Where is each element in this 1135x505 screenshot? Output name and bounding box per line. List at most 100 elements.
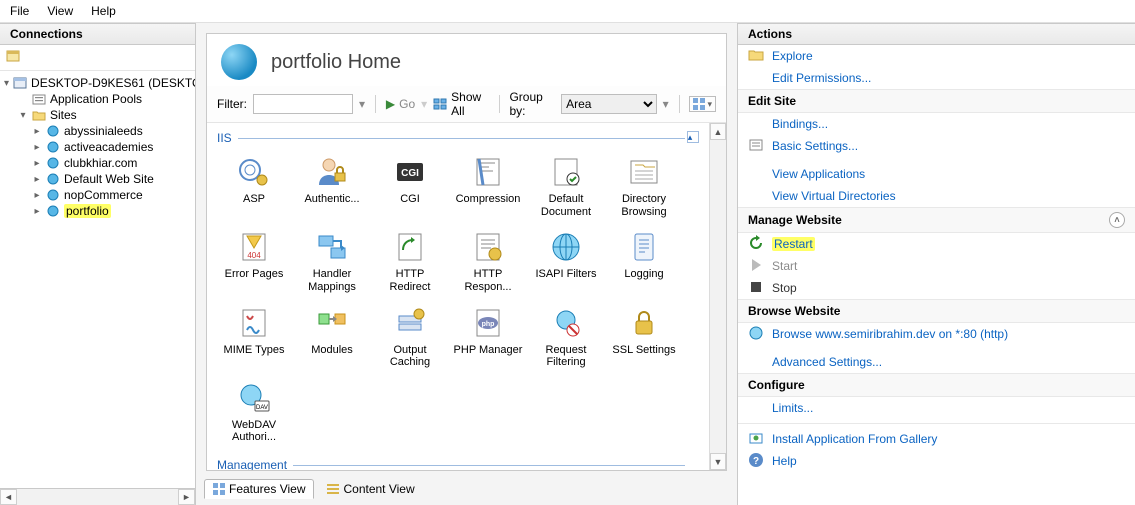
feature-http-redirect[interactable]: HTTP Redirect <box>373 226 447 297</box>
feature-label: Logging <box>624 268 663 281</box>
tree-site[interactable]: ▸ nopCommerce <box>30 187 193 203</box>
horizontal-scrollbar[interactable]: ◄ ► <box>0 488 195 505</box>
feature-mime-types[interactable]: MIME Types <box>217 302 291 373</box>
feature-request-filtering[interactable]: Request Filtering <box>529 302 603 373</box>
view-mode-button[interactable]: ▾ <box>689 96 716 112</box>
scroll-up-icon[interactable]: ▲ <box>710 123 726 140</box>
action-restart[interactable]: Restart <box>738 233 1135 255</box>
folder-icon <box>32 108 46 122</box>
feature-label: MIME Types <box>224 344 285 357</box>
collapse-icon[interactable]: ˄ <box>1109 212 1125 228</box>
tab-content-view[interactable]: Content View <box>318 479 423 499</box>
tree-site[interactable]: ▸ abyssinialeeds <box>30 123 193 139</box>
handler-icon <box>315 230 349 264</box>
scroll-right-icon[interactable]: ► <box>178 489 195 505</box>
connections-panel: Connections ▾ DESKTOP-D9KES61 (DESKTOP <box>0 23 196 505</box>
feature-isapi-filters[interactable]: ISAPI Filters <box>529 226 603 297</box>
group-by-select[interactable]: Area <box>561 94 656 114</box>
vertical-scrollbar[interactable]: ▲ ▼ <box>709 123 726 470</box>
scroll-left-icon[interactable]: ◄ <box>0 489 17 505</box>
feature-label: Request Filtering <box>531 344 601 369</box>
feature-label: Directory Browsing <box>609 193 679 218</box>
scroll-track[interactable] <box>710 140 726 453</box>
feature-cgi[interactable]: CGICGI <box>373 151 447 222</box>
tree-site[interactable]: ▸ clubkhiar.com <box>30 155 193 171</box>
tree-server[interactable]: ▾ DESKTOP-D9KES61 (DESKTOP <box>2 75 193 91</box>
go-icon: ▶ <box>386 97 395 111</box>
action-install-from-gallery[interactable]: Install Application From Gallery <box>738 428 1135 450</box>
tree-app-pools[interactable]: Application Pools <box>16 91 193 107</box>
feature-asp[interactable]: ASP <box>217 151 291 222</box>
menu-view[interactable]: View <box>47 4 73 18</box>
feature-directory-browsing[interactable]: Directory Browsing <box>607 151 681 222</box>
chevron-right-icon[interactable]: ▸ <box>32 206 42 217</box>
tree-site[interactable]: ▸ Default Web Site <box>30 171 193 187</box>
feature-php-manager[interactable]: phpPHP Manager <box>451 302 525 373</box>
chevron-right-icon[interactable]: ▸ <box>32 126 42 137</box>
go-label: Go <box>399 97 415 111</box>
action-help[interactable]: ? Help <box>738 450 1135 472</box>
page-title: portfolio Home <box>271 51 401 74</box>
browse-icon <box>748 325 764 341</box>
feature-default-document[interactable]: Default Document <box>529 151 603 222</box>
feature-authentication[interactable]: Authentic... <box>295 151 369 222</box>
tree-site-portfolio[interactable]: ▸ portfolio <box>30 203 193 219</box>
settings-icon <box>748 137 764 153</box>
action-browse-site[interactable]: Browse www.semiribrahim.dev on *:80 (htt… <box>738 323 1135 345</box>
show-all-button[interactable]: Show All <box>433 90 488 118</box>
folder-open-icon <box>748 47 764 63</box>
action-label: Help <box>772 454 797 468</box>
action-bindings[interactable]: Bindings... <box>738 113 1135 135</box>
features-view-icon <box>213 483 225 495</box>
group-management-label: Management <box>217 458 293 470</box>
action-view-applications[interactable]: View Applications <box>738 163 1135 185</box>
chevron-right-icon[interactable]: ▸ <box>32 158 42 169</box>
feature-modules[interactable]: Modules <box>295 302 369 373</box>
refresh-icon[interactable] <box>6 48 22 64</box>
group-management-heading[interactable]: Management <box>217 458 699 470</box>
feature-webdav[interactable]: DAVWebDAV Authori... <box>217 377 291 448</box>
tree-site[interactable]: ▸ activeacademies <box>30 139 193 155</box>
action-label: View Applications <box>772 167 865 181</box>
show-all-label: Show All <box>451 90 488 118</box>
menu-file[interactable]: File <box>10 4 29 18</box>
tree-site-label: nopCommerce <box>64 188 143 202</box>
feature-ssl-settings[interactable]: SSL Settings <box>607 302 681 373</box>
feature-error-pages[interactable]: 404Error Pages <box>217 226 291 297</box>
chevron-right-icon[interactable]: ▸ <box>32 142 42 153</box>
filter-input[interactable] <box>253 94 353 114</box>
feature-output-caching[interactable]: Output Caching <box>373 302 447 373</box>
action-advanced-settings[interactable]: Advanced Settings... <box>738 351 1135 373</box>
scroll-track[interactable] <box>17 489 178 505</box>
action-basic-settings[interactable]: Basic Settings... <box>738 135 1135 157</box>
action-limits[interactable]: Limits... <box>738 397 1135 419</box>
tab-features-label: Features View <box>229 482 305 496</box>
chevron-down-icon[interactable]: ▾ <box>18 110 28 121</box>
error-icon: 404 <box>237 230 271 264</box>
action-view-virtual-directories[interactable]: View Virtual Directories <box>738 185 1135 207</box>
feature-label: HTTP Respon... <box>453 268 523 293</box>
scroll-down-icon[interactable]: ▼ <box>710 453 726 470</box>
action-edit-permissions[interactable]: Edit Permissions... <box>738 67 1135 89</box>
lock-icon <box>627 306 661 340</box>
action-explore[interactable]: Explore <box>738 45 1135 67</box>
connections-tree: ▾ DESKTOP-D9KES61 (DESKTOP Application P… <box>0 71 195 488</box>
group-iis-heading[interactable]: IIS ▴ <box>217 131 699 145</box>
chevron-down-icon[interactable]: ▾ <box>4 78 9 89</box>
action-stop[interactable]: Stop <box>738 277 1135 299</box>
feature-logging[interactable]: Logging <box>607 226 681 297</box>
go-button[interactable]: ▶ Go <box>386 97 415 111</box>
feature-handler-mappings[interactable]: Handler Mappings <box>295 226 369 297</box>
action-start: Start <box>738 255 1135 277</box>
actions-header: Actions <box>738 23 1135 45</box>
feature-http-response[interactable]: HTTP Respon... <box>451 226 525 297</box>
feature-compression[interactable]: Compression <box>451 151 525 222</box>
chevron-right-icon[interactable]: ▸ <box>32 190 42 201</box>
logging-icon <box>627 230 661 264</box>
chevron-right-icon[interactable]: ▸ <box>32 174 42 185</box>
collapse-icon[interactable]: ▴ <box>687 131 699 143</box>
menu-help[interactable]: Help <box>91 4 116 18</box>
tree-sites[interactable]: ▾ Sites <box>16 107 193 123</box>
tab-features-view[interactable]: Features View <box>204 479 314 499</box>
feature-label: Default Document <box>531 193 601 218</box>
